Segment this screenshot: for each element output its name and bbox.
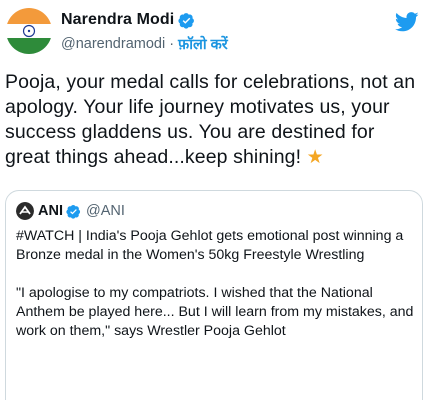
quoted-author-handle: @ANI (85, 203, 125, 219)
quoted-author-name: ANI (38, 203, 63, 219)
star-emoji-icon: ★ (306, 147, 324, 168)
author-display-name[interactable]: Narendra Modi (61, 11, 174, 29)
quoted-tweet-header: ANI @ANI (16, 202, 125, 220)
separator-dot: · (169, 36, 175, 52)
verified-badge-icon (178, 12, 195, 29)
india-flag-avatar-icon[interactable] (6, 8, 52, 54)
quoted-paragraph-2: "I apologise to my compatriots. I wished… (16, 285, 414, 339)
verified-badge-icon (66, 204, 81, 219)
tweet-text: Pooja, your medal calls for celebrations… (5, 70, 423, 170)
tweet-header: Narendra Modi @narendramodi · फ़ॉलो करें (0, 0, 427, 62)
quoted-paragraph-1: #WATCH | India's Pooja Gehlot gets emoti… (16, 228, 404, 263)
quoted-tweet-text: #WATCH | India's Pooja Gehlot gets emoti… (16, 227, 416, 341)
follow-button[interactable]: फ़ॉलो करें (178, 34, 228, 54)
ani-logo-icon (16, 202, 34, 220)
author-handle[interactable]: @narendramodi (61, 36, 165, 52)
twitter-bird-icon[interactable] (394, 12, 419, 32)
tweet-body: Pooja, your medal calls for celebrations… (5, 71, 416, 168)
author-name-row: Narendra Modi (61, 11, 195, 29)
author-handle-row: @narendramodi · फ़ॉलो करें (61, 34, 228, 54)
quoted-tweet-card[interactable]: ANI @ANI #WATCH | India's Pooja Gehlot g… (5, 190, 423, 400)
